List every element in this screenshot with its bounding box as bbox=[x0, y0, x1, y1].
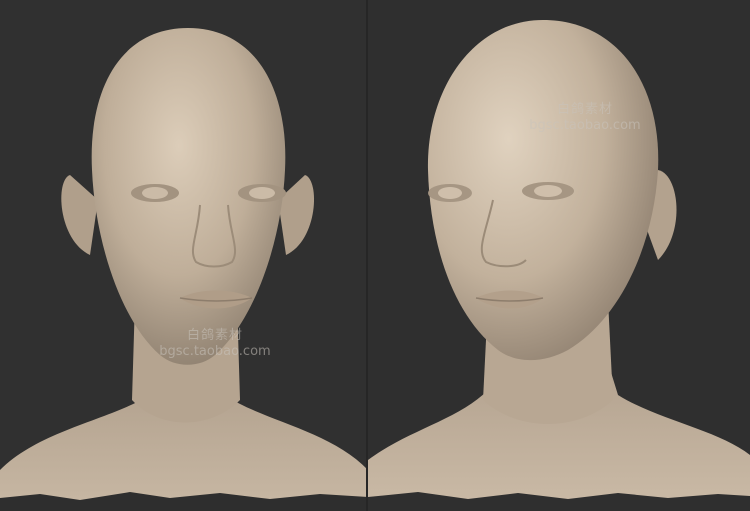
three-quarter-head-sculpt bbox=[368, 20, 750, 511]
three-quarter-view-panel: 白鸽素材 bgsc.taobao.com bbox=[368, 0, 750, 511]
watermark-url: bgsc.taobao.com bbox=[159, 343, 271, 359]
front-head-sculpt bbox=[0, 28, 368, 511]
watermark-brand: 白鸽素材 bbox=[186, 328, 243, 343]
front-view-panel: 白鸽素材 bgsc.taobao.com bbox=[0, 0, 368, 511]
watermark: 白鸽素材 bgsc.taobao.com bbox=[150, 328, 280, 359]
watermark-brand: 白鸽素材 bbox=[556, 102, 613, 117]
watermark: 白鸽素材 bgsc.taobao.com bbox=[510, 102, 660, 133]
watermark-url: bgsc.taobao.com bbox=[529, 117, 641, 133]
image-stage: 白鸽素材 bgsc.taobao.com 白鸽素材 bgsc.taobao.co… bbox=[0, 0, 750, 511]
